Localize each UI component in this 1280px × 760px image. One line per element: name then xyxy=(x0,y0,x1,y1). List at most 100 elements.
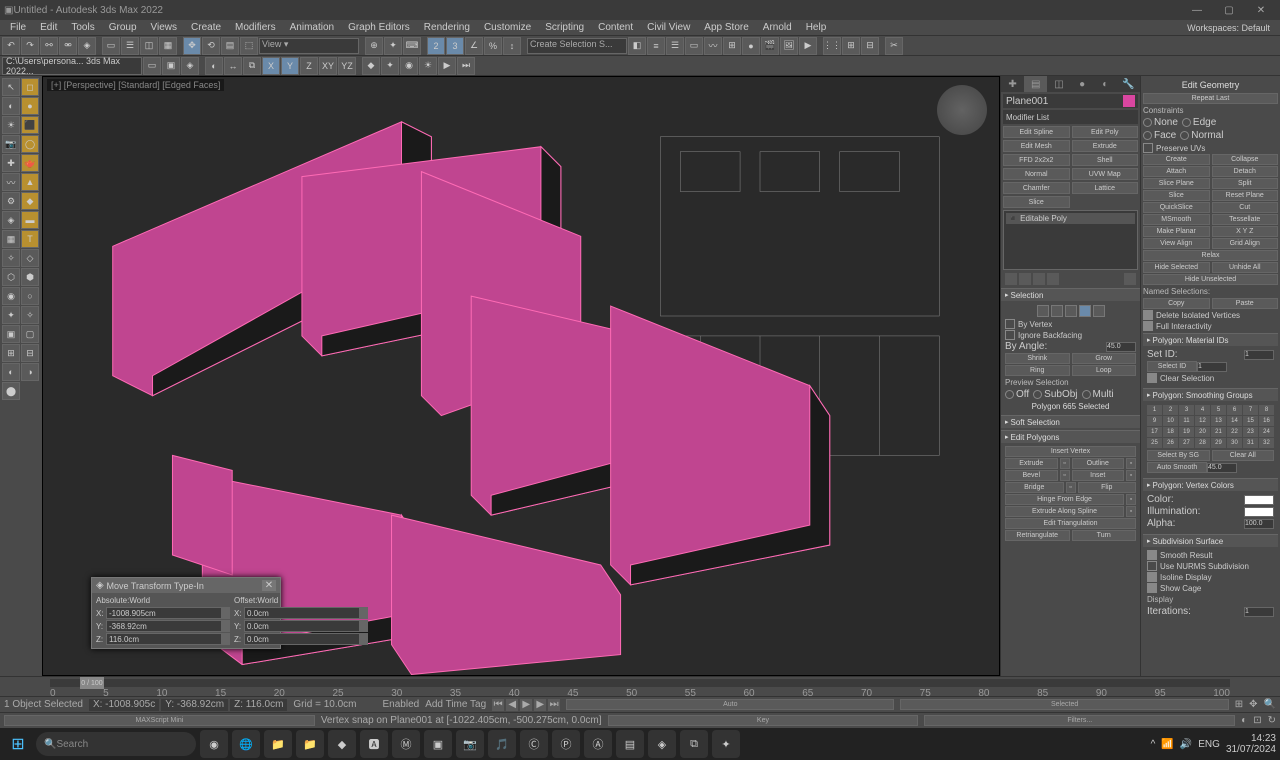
relax-button[interactable]: Relax xyxy=(1143,250,1278,261)
taskbar-app-11[interactable]: Ⓒ xyxy=(520,730,548,758)
bridge-settings-button[interactable]: ▫ xyxy=(1066,482,1076,493)
ring-button[interactable]: Ring xyxy=(1005,365,1070,376)
viewcube[interactable] xyxy=(937,85,987,135)
slice-button[interactable]: Slice xyxy=(1143,190,1210,201)
abs-z-input[interactable] xyxy=(106,633,222,645)
subobj-element-icon[interactable] xyxy=(1093,305,1105,317)
subobj-border-icon[interactable] xyxy=(1065,305,1077,317)
taskbar-app-5[interactable]: ◆ xyxy=(328,730,356,758)
redo-button[interactable]: ↷ xyxy=(21,37,39,55)
bevel-settings-button[interactable]: ▫ xyxy=(1060,470,1070,481)
inset-settings-button[interactable]: ▫ xyxy=(1126,470,1136,481)
subobj-edge-icon[interactable] xyxy=(1051,305,1063,317)
preview-off-radio[interactable]: Off xyxy=(1005,389,1029,400)
placement-button[interactable]: ⬚ xyxy=(240,37,258,55)
unhide-all-button[interactable]: Unhide All xyxy=(1212,262,1279,273)
taskbar-search[interactable]: 🔍 Search xyxy=(36,732,196,756)
add-time-tag[interactable]: Add Time Tag xyxy=(425,699,486,710)
auto-key-button[interactable]: Auto xyxy=(566,699,894,710)
primitive-plane-icon[interactable]: ▬ xyxy=(21,211,39,229)
detach-button[interactable]: Detach xyxy=(1212,166,1279,177)
nav5-icon[interactable]: ⊡ xyxy=(1253,715,1261,726)
taskbar-app-7[interactable]: Ⓜ xyxy=(392,730,420,758)
set-key-button[interactable]: Key xyxy=(608,715,919,726)
soft-selection-rollout[interactable]: Soft Selection xyxy=(1001,416,1140,428)
taskbar-app-16[interactable]: ⧉ xyxy=(680,730,708,758)
ribbon-sel-icon[interactable]: ▭ xyxy=(143,57,161,75)
taskbar-app-17[interactable]: ✦ xyxy=(712,730,740,758)
primitive-text-icon[interactable]: T xyxy=(21,230,39,248)
preview-subobj-radio[interactable]: SubObj xyxy=(1033,389,1077,400)
menu-help[interactable]: Help xyxy=(800,22,833,33)
spline-icon[interactable]: 〰 xyxy=(2,173,20,191)
view-align-button[interactable]: View Align xyxy=(1143,238,1210,249)
menu-content[interactable]: Content xyxy=(592,22,639,33)
workspace-label[interactable]: Workspaces: Default xyxy=(1181,23,1276,33)
grid2-icon[interactable]: ⊞ xyxy=(842,37,860,55)
nav4-icon[interactable]: ◐ xyxy=(1241,715,1247,726)
attach-button[interactable]: Attach xyxy=(1143,166,1210,177)
mod-lattice-button[interactable]: Lattice xyxy=(1072,182,1139,194)
axis-z-button[interactable]: Z xyxy=(300,57,318,75)
mod-extrude-button[interactable]: Extrude xyxy=(1072,140,1139,152)
play-next-button[interactable]: ▶ xyxy=(534,699,546,711)
tab-create[interactable]: ✚ xyxy=(1001,76,1024,92)
bind-button[interactable]: ◈ xyxy=(78,37,96,55)
smoothing-group-grid[interactable]: 12345678 910111213141516 171819202122232… xyxy=(1147,405,1274,448)
smooth-result-check[interactable]: Smooth Result xyxy=(1147,550,1274,560)
angle-snap-button[interactable]: ∠ xyxy=(465,37,483,55)
viewport[interactable]: [+] [Perspective] [Standard] [Edged Face… xyxy=(42,76,1000,676)
light-icon[interactable]: ☀ xyxy=(2,116,20,134)
retri-button[interactable]: Retriangulate xyxy=(1005,530,1070,541)
del-iso-check[interactable]: Delete Isolated Vertices xyxy=(1143,310,1278,320)
iterations-input[interactable] xyxy=(1244,607,1274,617)
modifier-list-dropdown[interactable]: Modifier List xyxy=(1003,110,1138,124)
menu-group[interactable]: Group xyxy=(103,22,143,33)
render-button[interactable]: ▶ xyxy=(799,37,817,55)
mod-slice-button[interactable]: Slice xyxy=(1003,196,1070,208)
tray-chevron-icon[interactable]: ^ xyxy=(1151,739,1156,750)
select-id-button[interactable]: Select ID xyxy=(1147,361,1197,372)
hide-unselected-button[interactable]: Hide Unselected xyxy=(1143,274,1278,285)
taskbar-app-12[interactable]: Ⓟ xyxy=(552,730,580,758)
menu-grapheditors[interactable]: Graph Editors xyxy=(342,22,416,33)
off-z-input[interactable] xyxy=(244,633,360,645)
quickslice-button[interactable]: QuickSlice xyxy=(1143,202,1210,213)
taskbar-app-1[interactable]: ◉ xyxy=(200,730,228,758)
misc7-icon[interactable]: ▣ xyxy=(2,325,20,343)
hide-selected-button[interactable]: Hide Selected xyxy=(1143,262,1210,273)
edit-polygons-rollout[interactable]: Edit Polygons xyxy=(1001,431,1140,443)
constraint-face-radio[interactable]: Face xyxy=(1143,130,1176,141)
copy-button[interactable]: Copy xyxy=(1143,298,1210,309)
inset-button[interactable]: Inset xyxy=(1072,470,1125,481)
collapse-button[interactable]: Collapse xyxy=(1212,154,1279,165)
abs-x-input[interactable] xyxy=(106,607,222,619)
slice-plane-button[interactable]: Slice Plane xyxy=(1143,178,1210,189)
turn-button[interactable]: Turn xyxy=(1072,530,1137,541)
taskbar-app-14[interactable]: ▤ xyxy=(616,730,644,758)
isoline-check[interactable]: Isoline Display xyxy=(1147,572,1274,582)
primitive-sphere-icon[interactable]: ● xyxy=(21,97,39,115)
enabled-label[interactable]: Enabled xyxy=(383,699,420,710)
menu-appstore[interactable]: App Store xyxy=(698,22,754,33)
primitive-box-icon[interactable]: ◻ xyxy=(21,78,39,96)
select-region-button[interactable]: ◫ xyxy=(140,37,158,55)
modifier-stack[interactable]: ◾ Editable Poly xyxy=(1003,210,1138,270)
taskbar-app-8[interactable]: ▣ xyxy=(424,730,452,758)
constraint-edge-radio[interactable]: Edge xyxy=(1182,117,1216,128)
grid1-icon[interactable]: ⋮⋮ xyxy=(823,37,841,55)
close-button[interactable]: ✕ xyxy=(1246,2,1276,18)
misc5b-icon[interactable]: ○ xyxy=(21,287,39,305)
misc9b-icon[interactable]: ◑ xyxy=(21,363,39,381)
play-button[interactable]: ▶ xyxy=(520,699,532,711)
use-nurms-check[interactable]: Use NURMS Subdivision xyxy=(1147,561,1274,571)
hinge-button[interactable]: Hinge From Edge xyxy=(1005,494,1124,505)
spinner-snap-button[interactable]: ↕ xyxy=(503,37,521,55)
link-button[interactable]: ⚯ xyxy=(40,37,58,55)
select-button[interactable]: ▭ xyxy=(102,37,120,55)
subobj-polygon-icon[interactable] xyxy=(1079,305,1091,317)
make-planar-button[interactable]: Make Planar xyxy=(1143,226,1210,237)
stack-pin-icon[interactable] xyxy=(1005,273,1017,285)
mod-edit-poly-button[interactable]: Edit Poly xyxy=(1072,126,1139,138)
edit-tri-button[interactable]: Edit Triangulation xyxy=(1005,518,1136,529)
